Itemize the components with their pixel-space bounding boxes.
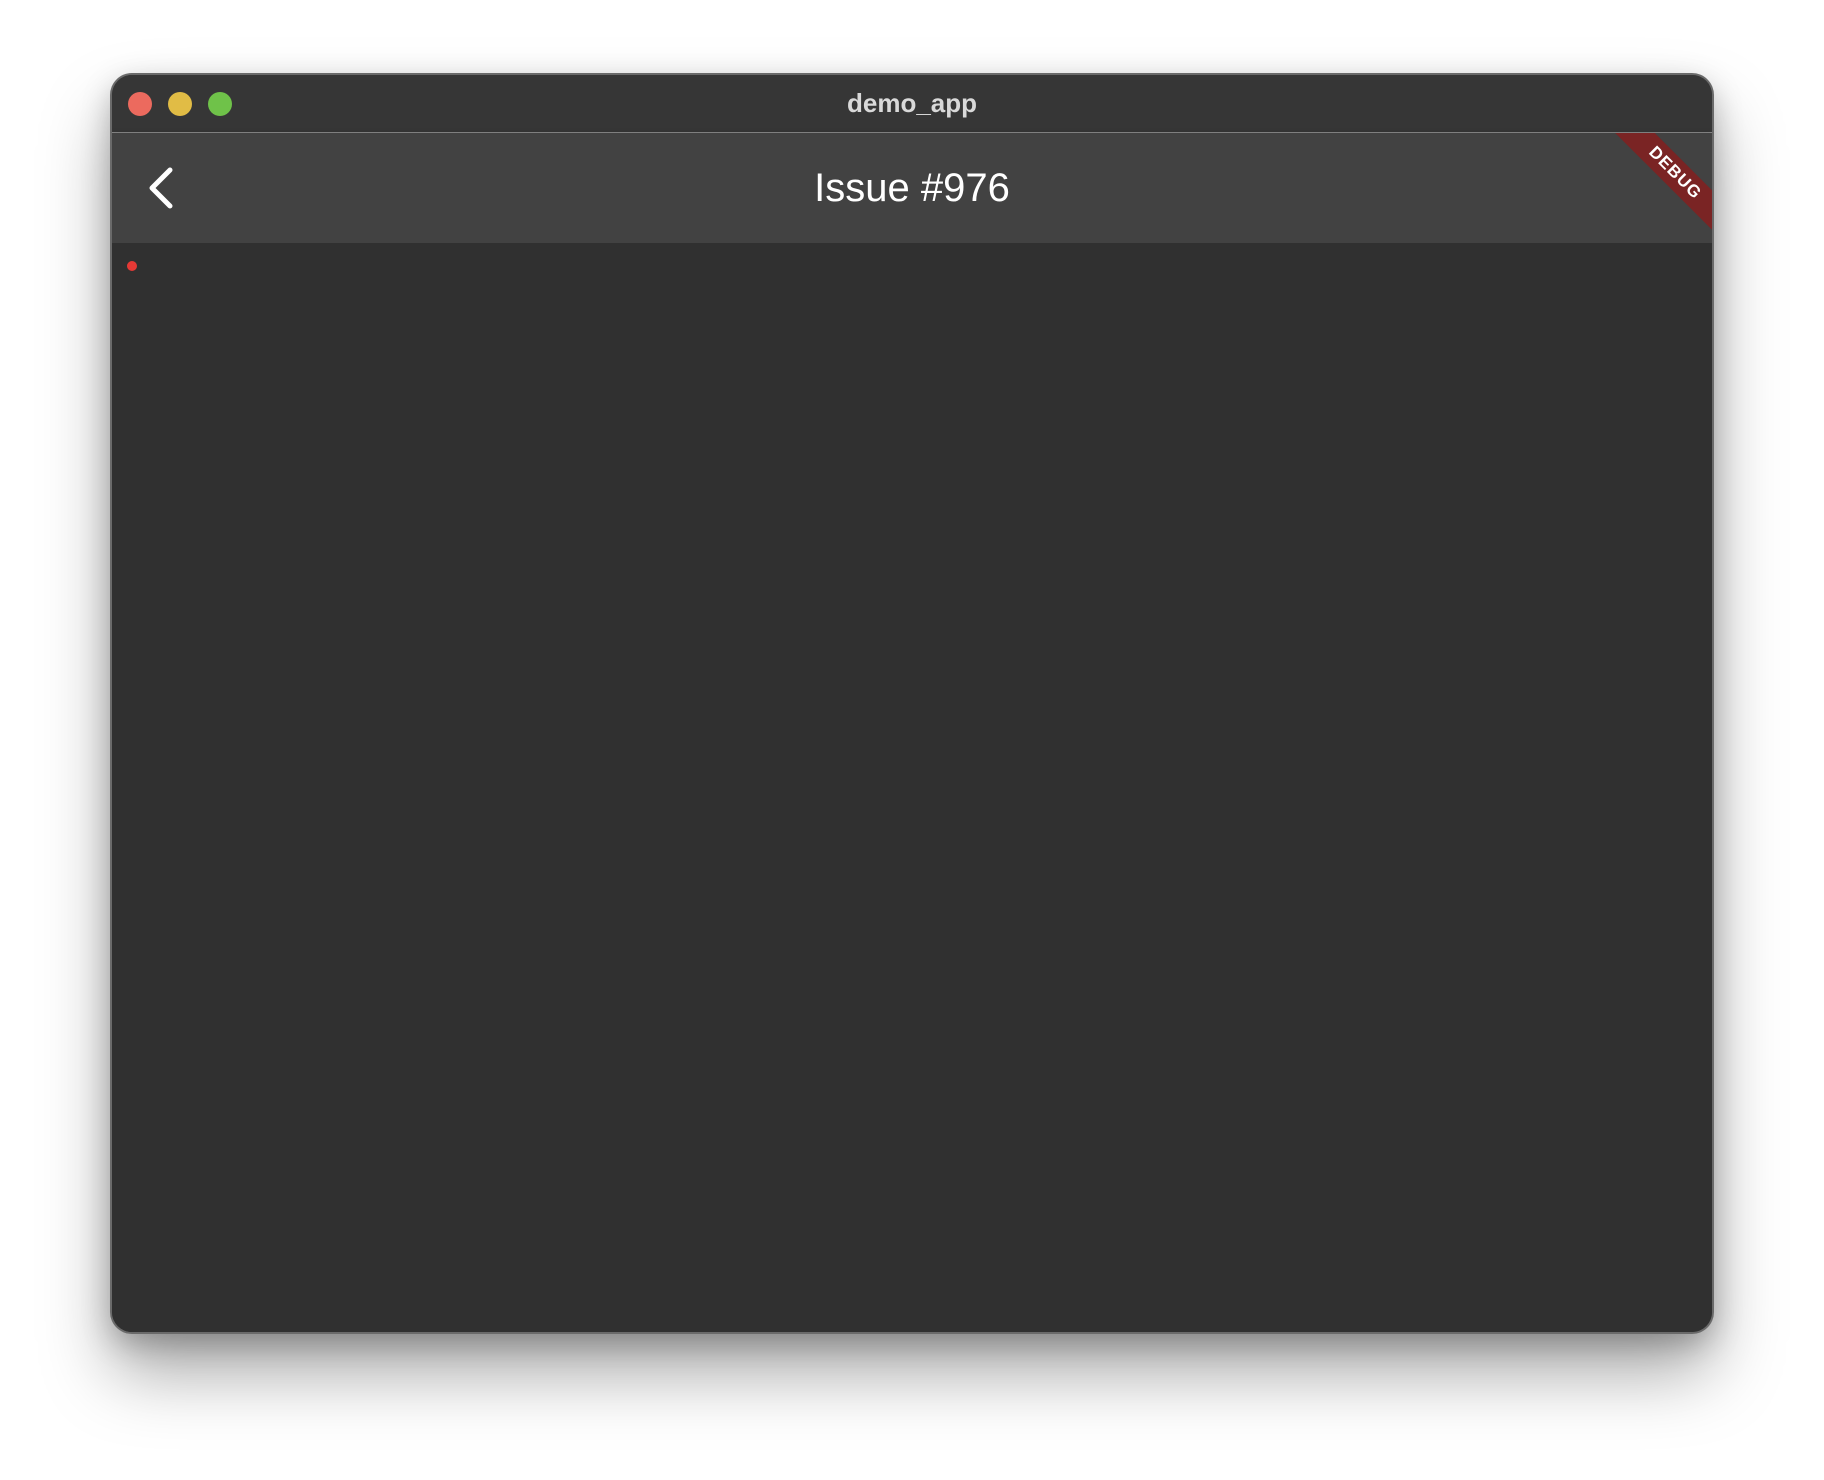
page-content bbox=[112, 243, 1712, 1332]
window-titlebar[interactable]: demo_app bbox=[112, 75, 1712, 133]
page-title: Issue #976 bbox=[814, 166, 1010, 210]
app-window: demo_app Issue #976 DEBUG bbox=[112, 75, 1712, 1332]
red-indicator-dot bbox=[127, 261, 137, 271]
window-title: demo_app bbox=[846, 88, 978, 118]
app-bar: Issue #976 bbox=[112, 133, 1712, 243]
